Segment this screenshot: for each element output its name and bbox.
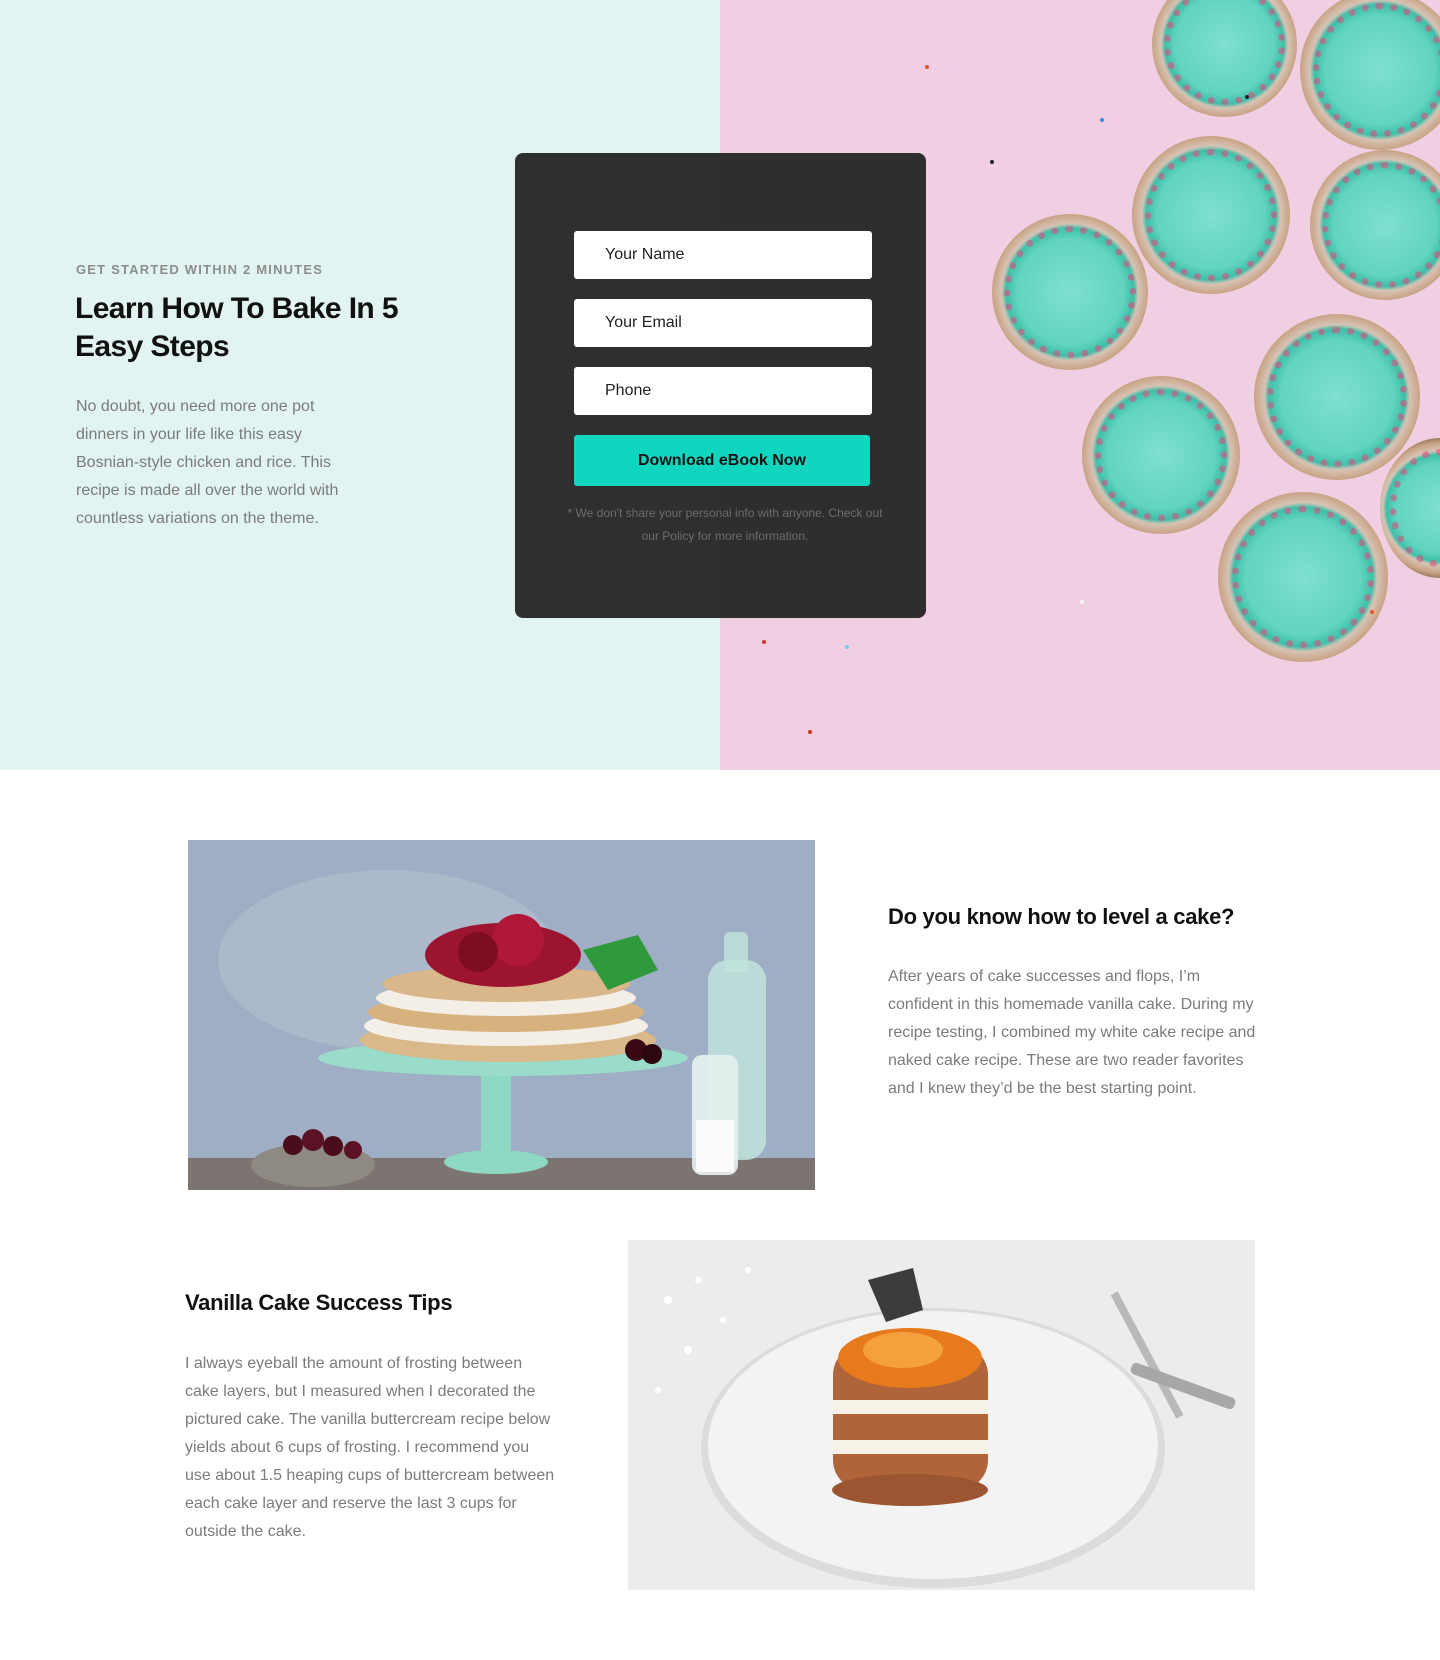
feature-title-success-tips: Vanilla Cake Success Tips [185,1290,453,1315]
layered-cake-illustration [188,840,815,1190]
sprinkle [845,645,849,649]
sprinkle [990,160,994,164]
sprinkle [808,730,812,734]
layered-cake-with-cherries-image [188,840,815,1190]
hero-title: Learn How To Bake In 5 Easy Steps [75,292,399,363]
cupcake [1254,314,1420,480]
feature-title-level-cake: Do you know how to level a cake? [888,904,1235,929]
sprinkle [1245,95,1249,99]
cupcake [992,214,1148,370]
sprinkle [762,640,766,644]
cupcake [1082,376,1240,534]
sprinkle [1080,600,1084,604]
sprinkle [925,65,929,69]
plate-cake-illustration [628,1240,1255,1590]
privacy-disclaimer: * We don't share your personal info with… [567,506,883,543]
hero-eyebrow: GET STARTED WITHIN 2 MINUTES [76,262,324,277]
name-input[interactable] [574,231,872,279]
cupcake [1152,0,1297,117]
ebook-signup-form: Download eBook Now * We don't share your… [515,153,926,618]
hero-description: No doubt, you need more one pot dinners … [76,398,339,527]
cupcake [1310,150,1440,300]
small-layer-cake-on-plate-image [628,1240,1255,1590]
cupcake [1218,492,1388,662]
feature-text-level-cake: After years of cake successes and flops,… [888,968,1256,1097]
feature-text-success-tips: I always eyeball the amount of frosting … [185,1355,555,1540]
phone-input[interactable] [574,367,872,415]
sprinkle [1370,610,1374,614]
sprinkle [1100,118,1104,122]
download-ebook-button[interactable]: Download eBook Now [574,435,870,486]
cupcake [1132,136,1290,294]
cupcake [1300,0,1440,150]
hero-section: GET STARTED WITHIN 2 MINUTES Learn How T… [0,0,1440,770]
email-input[interactable] [574,299,872,347]
